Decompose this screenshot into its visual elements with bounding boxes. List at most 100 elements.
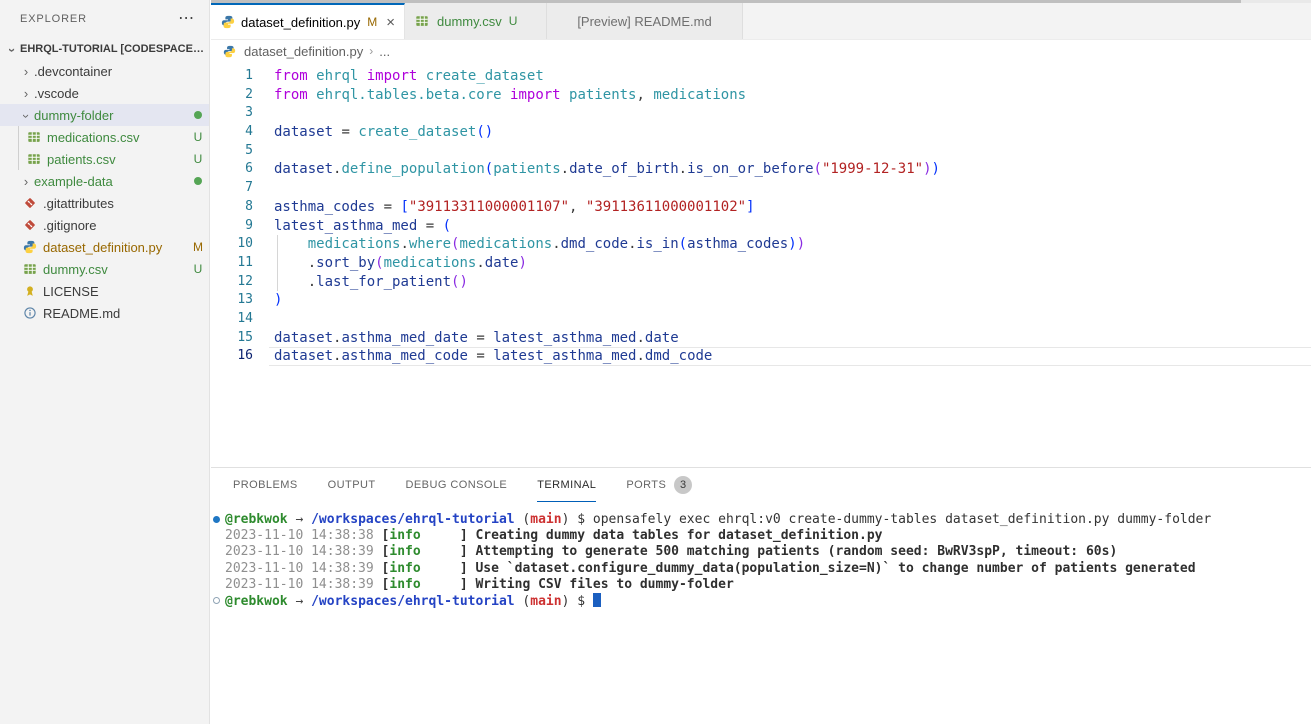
tree-item-example-data[interactable]: ›example-data xyxy=(0,170,209,192)
python-icon xyxy=(22,239,38,255)
code-line-15[interactable]: 15 dataset.asthma_med_date = latest_asthm… xyxy=(211,329,1311,348)
code-editor[interactable]: 1from ehrql import create_dataset2from e… xyxy=(211,62,1311,467)
code-line-11[interactable]: 11 .sort_by(medications.date) xyxy=(211,254,1311,273)
code-text: dataset.asthma_med_code = latest_asthma_… xyxy=(274,347,712,366)
code-line-7[interactable]: 7 xyxy=(211,179,1311,198)
prompt-decoration-icon[interactable] xyxy=(213,597,220,604)
breadcrumb[interactable]: dataset_definition.py › ... xyxy=(211,40,1311,62)
code-line-6[interactable]: 6dataset.define_population(patients.date… xyxy=(211,160,1311,179)
file-label: .gitattributes xyxy=(43,196,209,211)
code-line-3[interactable]: 3 xyxy=(211,104,1311,123)
line-number: 15 xyxy=(211,329,253,348)
code-text: asthma_codes = ["39113311000001107", "39… xyxy=(274,198,755,217)
file-label: dummy.csv xyxy=(43,262,187,277)
terminal-line[interactable]: 2023-11-10 14:38:39 [info ] Writing CSV … xyxy=(225,577,1311,593)
chevron-right-icon[interactable]: › xyxy=(18,87,34,100)
csv-icon xyxy=(26,151,42,167)
terminal-line[interactable]: @rebkwok → /workspaces/ehrql-tutorial (m… xyxy=(225,593,1311,609)
python-icon xyxy=(223,43,239,59)
tree-item-medications-csv[interactable]: medications.csvU xyxy=(0,126,209,148)
editor-tab--preview-readme-md[interactable]: [Preview] README.md xyxy=(547,3,743,39)
breadcrumb-separator: › xyxy=(369,44,373,58)
panel-tab-label: PORTS xyxy=(626,479,666,491)
code-line-8[interactable]: 8asthma_codes = ["39113311000001107", "3… xyxy=(211,198,1311,217)
tree-item--gitattributes[interactable]: .gitattributes xyxy=(0,192,209,214)
chevron-down-icon[interactable]: › xyxy=(20,108,33,124)
tree-item-readme-md[interactable]: README.md xyxy=(0,302,209,324)
tree-item--vscode[interactable]: ›.vscode xyxy=(0,82,209,104)
tab-git-status: U xyxy=(509,14,518,28)
explorer-sidebar: EXPLORER ⋯ › EHRQL-TUTORIAL [CODESPACES:… xyxy=(0,0,210,724)
code-text: dataset.define_population(patients.date_… xyxy=(274,160,940,179)
code-line-13[interactable]: 13) xyxy=(211,291,1311,310)
file-label: README.md xyxy=(43,306,209,321)
code-line-1[interactable]: 1from ehrql import create_dataset xyxy=(211,67,1311,86)
bottom-panel: PROBLEMS OUTPUT DEBUG CONSOLE TERMINAL PORTS… xyxy=(211,467,1311,724)
breadcrumb-file[interactable]: dataset_definition.py xyxy=(244,44,363,59)
workspace-root-row[interactable]: › EHRQL-TUTORIAL [CODESPACES:... xyxy=(0,38,209,60)
close-icon[interactable]: × xyxy=(386,16,395,29)
file-tree: ›.devcontainer›.vscode›dummy-foldermedic… xyxy=(0,60,209,324)
file-label: .vscode xyxy=(34,86,209,101)
ellipsis-menu-icon[interactable]: ⋯ xyxy=(178,14,195,24)
code-line-4[interactable]: 4 dataset = create_dataset() xyxy=(211,123,1311,142)
explorer-title: EXPLORER xyxy=(20,13,178,25)
chevron-right-icon[interactable]: › xyxy=(18,65,34,78)
tree-item-dataset-definition-py[interactable]: dataset_definition.pyM xyxy=(0,236,209,258)
tree-item--devcontainer[interactable]: ›.devcontainer xyxy=(0,60,209,82)
file-label: dummy-folder xyxy=(34,108,187,123)
csv-icon xyxy=(415,13,431,29)
tree-item-license[interactable]: LICENSE xyxy=(0,280,209,302)
python-icon xyxy=(221,14,235,30)
file-label: patients.csv xyxy=(47,152,187,167)
code-line-14[interactable]: 14 xyxy=(211,310,1311,329)
code-line-10[interactable]: 10 medications.where(medications.dmd_cod… xyxy=(211,235,1311,254)
git-icon xyxy=(22,195,38,211)
code-text: dataset = create_dataset() xyxy=(274,123,493,142)
command-decoration-icon[interactable] xyxy=(213,516,220,523)
panel-tab-output[interactable]: OUTPUT xyxy=(328,468,376,502)
terminal-output[interactable]: @rebkwok → /workspaces/ehrql-tutorial (m… xyxy=(211,502,1311,609)
terminal-line[interactable]: 2023-11-10 14:38:38 [info ] Creating dum… xyxy=(225,528,1311,544)
line-number: 16 xyxy=(211,347,253,366)
code-line-16[interactable]: 16 dataset.asthma_med_code = latest_asthm… xyxy=(211,347,1311,366)
info-icon xyxy=(22,305,38,321)
file-label: .devcontainer xyxy=(34,64,209,79)
git-status-badge: U xyxy=(187,130,209,144)
panel-tab-problems[interactable]: PROBLEMS xyxy=(233,468,298,502)
terminal-line[interactable]: 2023-11-10 14:38:39 [info ] Attempting t… xyxy=(225,544,1311,560)
line-number: 4 xyxy=(211,123,253,142)
code-line-5[interactable]: 5 xyxy=(211,142,1311,161)
tree-item--gitignore[interactable]: .gitignore xyxy=(0,214,209,236)
chevron-right-icon[interactable]: › xyxy=(18,175,34,188)
tab-bar: dataset_definition.pyM×dummy.csvU[Previe… xyxy=(211,3,1311,40)
code-lines[interactable]: 1from ehrql import create_dataset2from e… xyxy=(211,62,1311,366)
panel-tab-debug-console[interactable]: DEBUG CONSOLE xyxy=(406,468,508,502)
panel-tab-ports[interactable]: PORTS3 xyxy=(626,468,692,502)
editor-tab-dummy-csv[interactable]: dummy.csvU xyxy=(405,3,547,39)
line-number: 2 xyxy=(211,86,253,105)
line-number: 9 xyxy=(211,217,253,236)
editor-tab-dataset-definition-py[interactable]: dataset_definition.pyM× xyxy=(211,3,405,39)
code-text: .last_for_patient() xyxy=(274,273,468,292)
terminal-cursor xyxy=(593,593,601,607)
tree-item-dummy-csv[interactable]: dummy.csvU xyxy=(0,258,209,280)
git-changes-dot xyxy=(187,111,209,119)
line-number: 11 xyxy=(211,254,253,273)
panel-tab-terminal[interactable]: TERMINAL xyxy=(537,468,596,502)
code-text: dataset.asthma_med_date = latest_asthma_… xyxy=(274,329,679,348)
breadcrumb-more[interactable]: ... xyxy=(379,44,390,59)
vscode-window: EXPLORER ⋯ › EHRQL-TUTORIAL [CODESPACES:… xyxy=(0,0,1311,724)
code-line-2[interactable]: 2from ehrql.tables.beta.core import pati… xyxy=(211,86,1311,105)
code-line-12[interactable]: 12 .last_for_patient() xyxy=(211,273,1311,292)
terminal-line[interactable]: @rebkwok → /workspaces/ehrql-tutorial (m… xyxy=(225,512,1311,528)
tree-item-patients-csv[interactable]: patients.csvU xyxy=(0,148,209,170)
code-text: from ehrql import create_dataset xyxy=(274,67,544,86)
line-number: 13 xyxy=(211,291,253,310)
terminal-line[interactable]: 2023-11-10 14:38:39 [info ] Use `dataset… xyxy=(225,561,1311,577)
git-status-badge: U xyxy=(187,152,209,166)
line-number: 7 xyxy=(211,179,253,198)
tree-item-dummy-folder[interactable]: ›dummy-folder xyxy=(0,104,209,126)
panel-tab-label: TERMINAL xyxy=(537,479,596,491)
code-line-9[interactable]: 9latest_asthma_med = ( xyxy=(211,217,1311,236)
